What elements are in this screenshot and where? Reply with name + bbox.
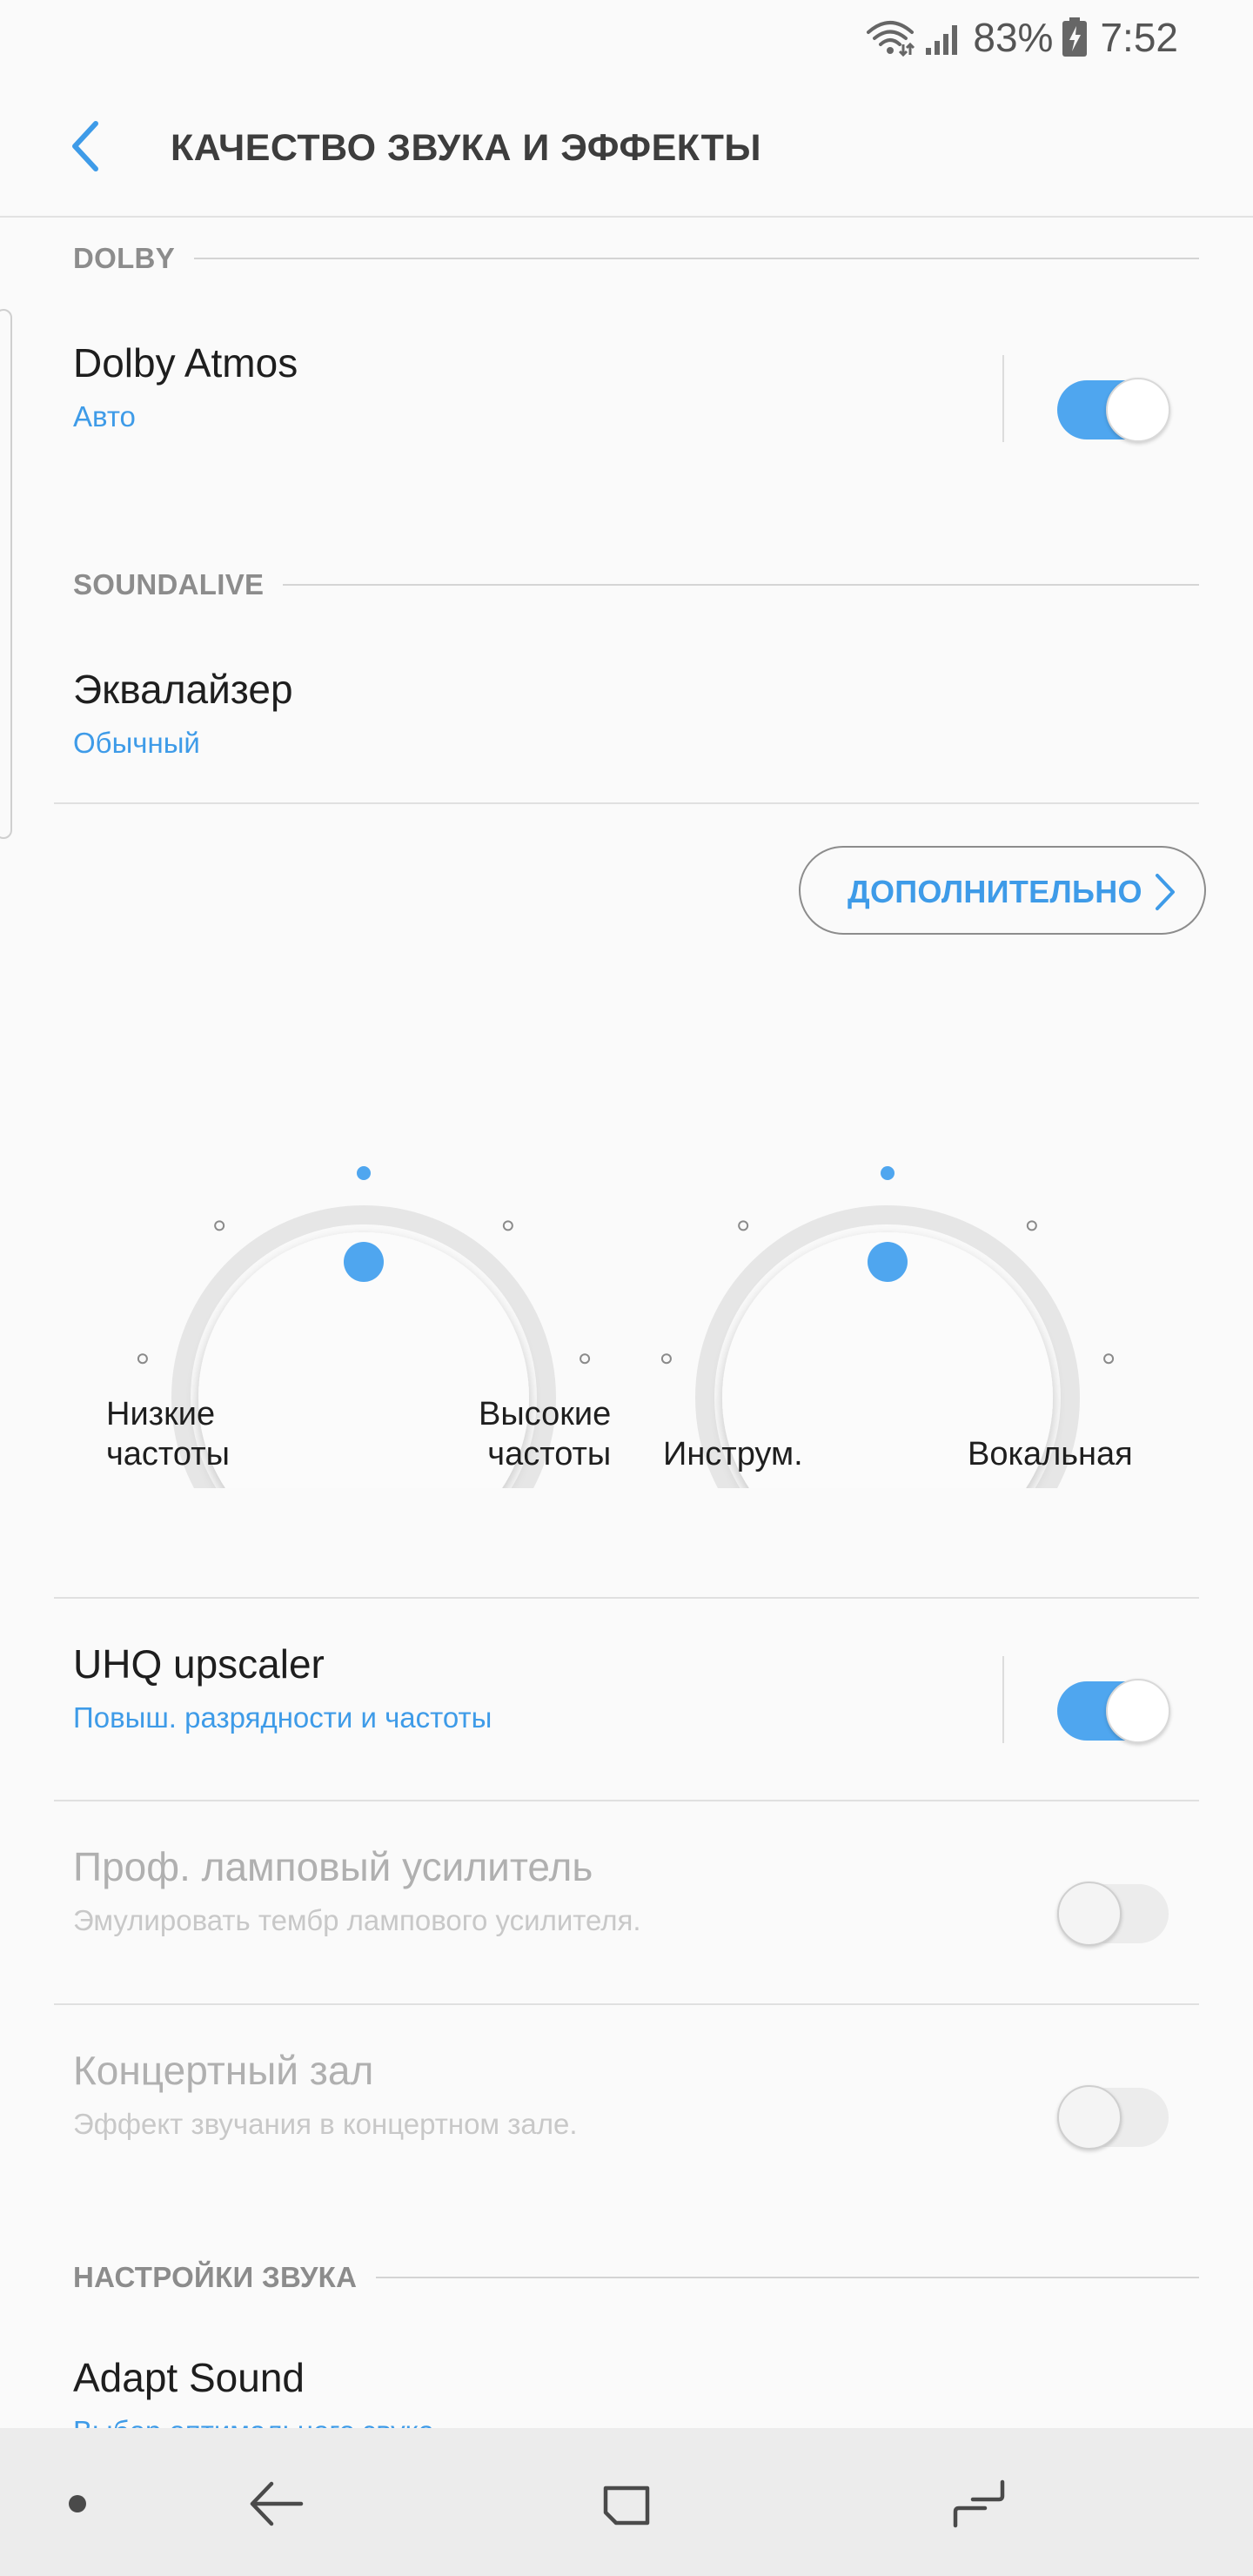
section-header-soundalive: SOUNDALIVE (73, 566, 1199, 604)
dial-tick (1103, 1353, 1115, 1365)
nav-recents-button[interactable] (940, 2465, 1018, 2543)
signal-icon (924, 18, 964, 57)
equalizer-row[interactable]: Эквалайзер Обычный (0, 666, 1253, 796)
section-header-dolby: DOLBY (73, 239, 1199, 278)
dolby-atmos-row[interactable]: Dolby Atmos Авто (0, 339, 1253, 496)
dolby-atmos-toggle[interactable] (1057, 378, 1170, 444)
navigation-bar (0, 2428, 1253, 2576)
divider (54, 1800, 1199, 1801)
dial-tick (502, 1220, 513, 1231)
dial-indicator (868, 1242, 908, 1282)
toggle-knob (1106, 378, 1170, 442)
back-button[interactable] (52, 113, 118, 179)
advanced-label: ДОПОЛНИТЕЛЬНО (848, 874, 1142, 909)
concert-hall-row[interactable]: Концертный зал Эффект звучания в концерт… (0, 2047, 1253, 2204)
toggle-knob (1106, 1679, 1170, 1743)
section-rule (283, 584, 1199, 586)
uhq-upscaler-toggle[interactable] (1057, 1679, 1170, 1745)
setting-title: UHQ upscaler (73, 1641, 325, 1687)
setting-subtitle: Выбор оптимального звука (73, 2415, 434, 2428)
chevron-right-icon (1156, 874, 1175, 910)
toggle-knob (1057, 2085, 1122, 2150)
setting-subtitle: Обычный (73, 727, 200, 759)
battery-icon (1062, 17, 1088, 57)
dial-tick-active (357, 1166, 371, 1180)
setting-title: Dolby Atmos (73, 340, 298, 386)
setting-title: Adapt Sound (73, 2355, 305, 2400)
section-rule (376, 2277, 1199, 2278)
row-divider (1002, 355, 1004, 442)
setting-title: Концертный зал (73, 2048, 374, 2093)
adapt-sound-row[interactable]: Adapt Sound Выбор оптимального звука (0, 2354, 1253, 2428)
setting-title: Проф. ламповый усилитель (73, 1844, 593, 1889)
dial-tick-active (881, 1166, 895, 1180)
section-label: НАСТРОЙКИ ЗВУКА (73, 2261, 358, 2293)
concert-hall-toggle[interactable] (1057, 2085, 1170, 2151)
nav-back-button[interactable] (237, 2465, 315, 2543)
nav-home-button[interactable] (587, 2465, 666, 2543)
back-chevron-icon (72, 121, 98, 171)
setting-subtitle: Эффект звучания в концертном зале. (73, 2108, 578, 2140)
dot-icon (69, 2495, 86, 2512)
battery-percent: 83% (973, 15, 1054, 60)
tube-amp-row[interactable]: Проф. ламповый усилитель Эмулировать тем… (0, 1843, 1253, 2000)
divider (54, 2003, 1199, 2005)
dial-tick (137, 1353, 148, 1365)
settings-list[interactable]: DOLBY Dolby Atmos Авто SOUNDALIVE Эквала… (0, 218, 1253, 2428)
toggle-knob (1057, 1882, 1122, 1946)
dial-tick (214, 1220, 225, 1231)
dial-tick (738, 1220, 749, 1231)
back-arrow-icon (250, 2481, 304, 2526)
setting-title: Эквалайзер (73, 667, 293, 712)
clock: 7:52 (1100, 15, 1178, 60)
section-header-sound-settings: НАСТРОЙКИ ЗВУКА (73, 2258, 1199, 2297)
section-label: SOUNDALIVE (73, 568, 265, 600)
home-square-icon (603, 2485, 650, 2526)
wifi-icon (865, 18, 915, 57)
recents-icon (953, 2479, 1005, 2528)
section-rule (194, 258, 1199, 259)
row-divider (1002, 1656, 1004, 1743)
dial-1-left-label: Низкие частоты (106, 1396, 230, 1472)
dial-tick (580, 1353, 591, 1365)
dial-2-left-label: Инструм. (663, 1436, 803, 1472)
status-icons: 83% 7:52 (865, 9, 1178, 66)
tube-amp-toggle[interactable] (1057, 1882, 1170, 1948)
status-bar: 83% 7:52 (0, 0, 1253, 78)
dial-tick (1026, 1220, 1037, 1231)
setting-subtitle: Эмулировать тембр лампового усилителя. (73, 1904, 641, 1936)
divider (54, 1597, 1199, 1599)
setting-subtitle: Авто (73, 400, 136, 433)
page-title: КАЧЕСТВО ЗВУКА И ЭФФЕКТЫ (171, 127, 761, 169)
dial-2-right-label: Вокальная (968, 1436, 1133, 1472)
app-window: 83% 7:52 КАЧЕСТВО ЗВУКА И ЭФФЕКТЫ DOLBY (0, 0, 1253, 2576)
setting-subtitle: Повыш. разрядности и частоты (73, 1701, 492, 1734)
dial-indicator (344, 1242, 384, 1282)
uhq-upscaler-row[interactable]: UHQ upscaler Повыш. разрядности и частот… (0, 1640, 1253, 1797)
dial-tick (660, 1353, 672, 1365)
app-header: КАЧЕСТВО ЗВУКА И ЭФФЕКТЫ (0, 78, 1253, 218)
section-label: DOLBY (73, 242, 175, 274)
dial-1-right-label: Высокие частоты (479, 1396, 612, 1472)
advanced-button[interactable]: ДОПОЛНИТЕЛЬНО (799, 846, 1206, 935)
divider (54, 802, 1199, 804)
nav-dot-button[interactable] (38, 2465, 117, 2543)
